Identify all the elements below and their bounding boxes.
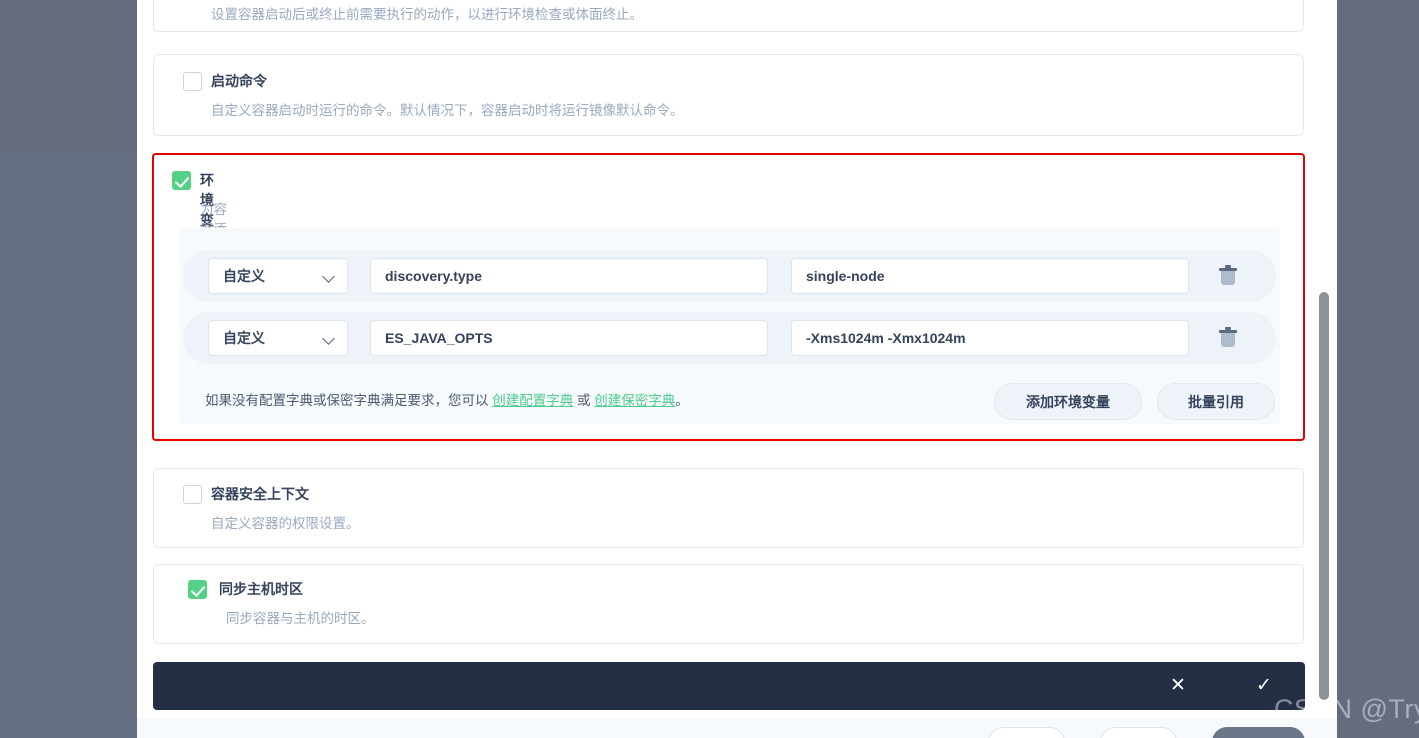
dark-action-bar: ✕ ✓ [153,662,1305,710]
section-title-sync-host-timezone: 同步主机时区 [219,581,303,597]
env-var-key-input-0[interactable]: discovery.type [370,258,768,294]
add-env-var-button[interactable]: 添加环境变量 [994,383,1142,420]
modal-backdrop-top [0,0,137,152]
env-var-value-input-1[interactable]: -Xms1024m -Xmx1024m [791,320,1189,356]
scrollbar-thumb[interactable] [1319,292,1329,700]
env-var-hint-prefix: 如果没有配置字典或保密字典满足要求，您可以 [205,393,493,408]
trash-can [1221,271,1235,285]
section-card-environment-variables[interactable]: 环境变量 为容器添加添加环境变量。 自定义 discovery.type sin… [152,153,1305,441]
check-icon[interactable]: ✓ [1253,675,1275,697]
env-var-key-value: ES_JAVA_OPTS [385,330,493,346]
section-desc-sync-host-timezone: 同步容器与主机的时区。 [226,611,375,626]
env-var-value-value: single-node [806,268,885,284]
env-var-type-label: 自定义 [223,268,265,284]
checkbox-container-security-context[interactable] [183,485,202,504]
section-card-sync-host-timezone[interactable]: 同步主机时区 同步容器与主机的时区。 [153,564,1304,644]
trash-icon[interactable] [1217,265,1239,287]
chevron-down-icon [322,270,335,283]
section-card-start-command[interactable]: 启动命令 自定义容器启动时运行的命令。默认情况下，容器启动时将运行镜像默认命令。 [153,54,1304,136]
env-var-type-select-0[interactable]: 自定义 [208,258,348,294]
section-title-container-security-context: 容器安全上下文 [211,486,309,502]
modal-backdrop-bottom [0,152,137,738]
checkbox-start-command[interactable] [183,72,202,91]
env-var-value-value: -Xms1024m -Xmx1024m [806,330,966,346]
bulk-reference-button[interactable]: 批量引用 [1157,383,1275,420]
env-var-row: 自定义 ES_JAVA_OPTS -Xms1024m -Xmx1024m [183,312,1276,364]
env-var-type-label: 自定义 [223,330,265,346]
checkbox-environment-variables[interactable] [172,171,191,190]
section-desc-lifecycle: 设置容器启动后或终止前需要执行的动作，以进行环境检查或体面终止。 [211,7,643,22]
footer-button-stub-3[interactable] [1212,727,1305,738]
create-secret-link[interactable]: 创建保密字典 [594,393,675,408]
checkbox-sync-host-timezone[interactable] [188,580,207,599]
close-icon[interactable]: ✕ [1167,675,1189,697]
section-desc-start-command: 自定义容器启动时运行的命令。默认情况下，容器启动时将运行镜像默认命令。 [211,103,684,118]
env-var-key-value: discovery.type [385,268,483,284]
section-desc-container-security-context: 自定义容器的权限设置。 [211,516,360,531]
env-var-hint: 如果没有配置字典或保密字典满足要求，您可以 创建配置字典 或 创建保密字典。 [205,391,689,411]
chevron-down-icon [322,332,335,345]
footer-button-stub-1[interactable] [988,727,1065,738]
trash-can [1221,333,1235,347]
env-var-value-input-0[interactable]: single-node [791,258,1189,294]
section-card-lifecycle[interactable]: 设置容器启动后或终止前需要执行的动作，以进行环境检查或体面终止。 [153,0,1304,32]
section-title-start-command: 启动命令 [211,73,267,89]
env-var-row: 自定义 discovery.type single-node [183,250,1276,302]
screen-root: 设置容器启动后或终止前需要执行的动作，以进行环境检查或体面终止。 启动命令 自定… [0,0,1419,738]
env-var-hint-middle: 或 [573,393,595,408]
env-var-key-input-1[interactable]: ES_JAVA_OPTS [370,320,768,356]
env-var-type-select-1[interactable]: 自定义 [208,320,348,356]
section-card-container-security-context[interactable]: 容器安全上下文 自定义容器的权限设置。 [153,468,1304,548]
create-configmap-link[interactable]: 创建配置字典 [492,393,573,408]
env-var-hint-suffix: 。 [675,393,689,408]
footer-button-stub-2[interactable] [1100,727,1177,738]
trash-icon[interactable] [1217,327,1239,349]
env-var-list: 自定义 discovery.type single-node 自定义 ES_JA… [179,228,1280,424]
form-panel: 设置容器启动后或终止前需要执行的动作，以进行环境检查或体面终止。 启动命令 自定… [137,0,1337,738]
